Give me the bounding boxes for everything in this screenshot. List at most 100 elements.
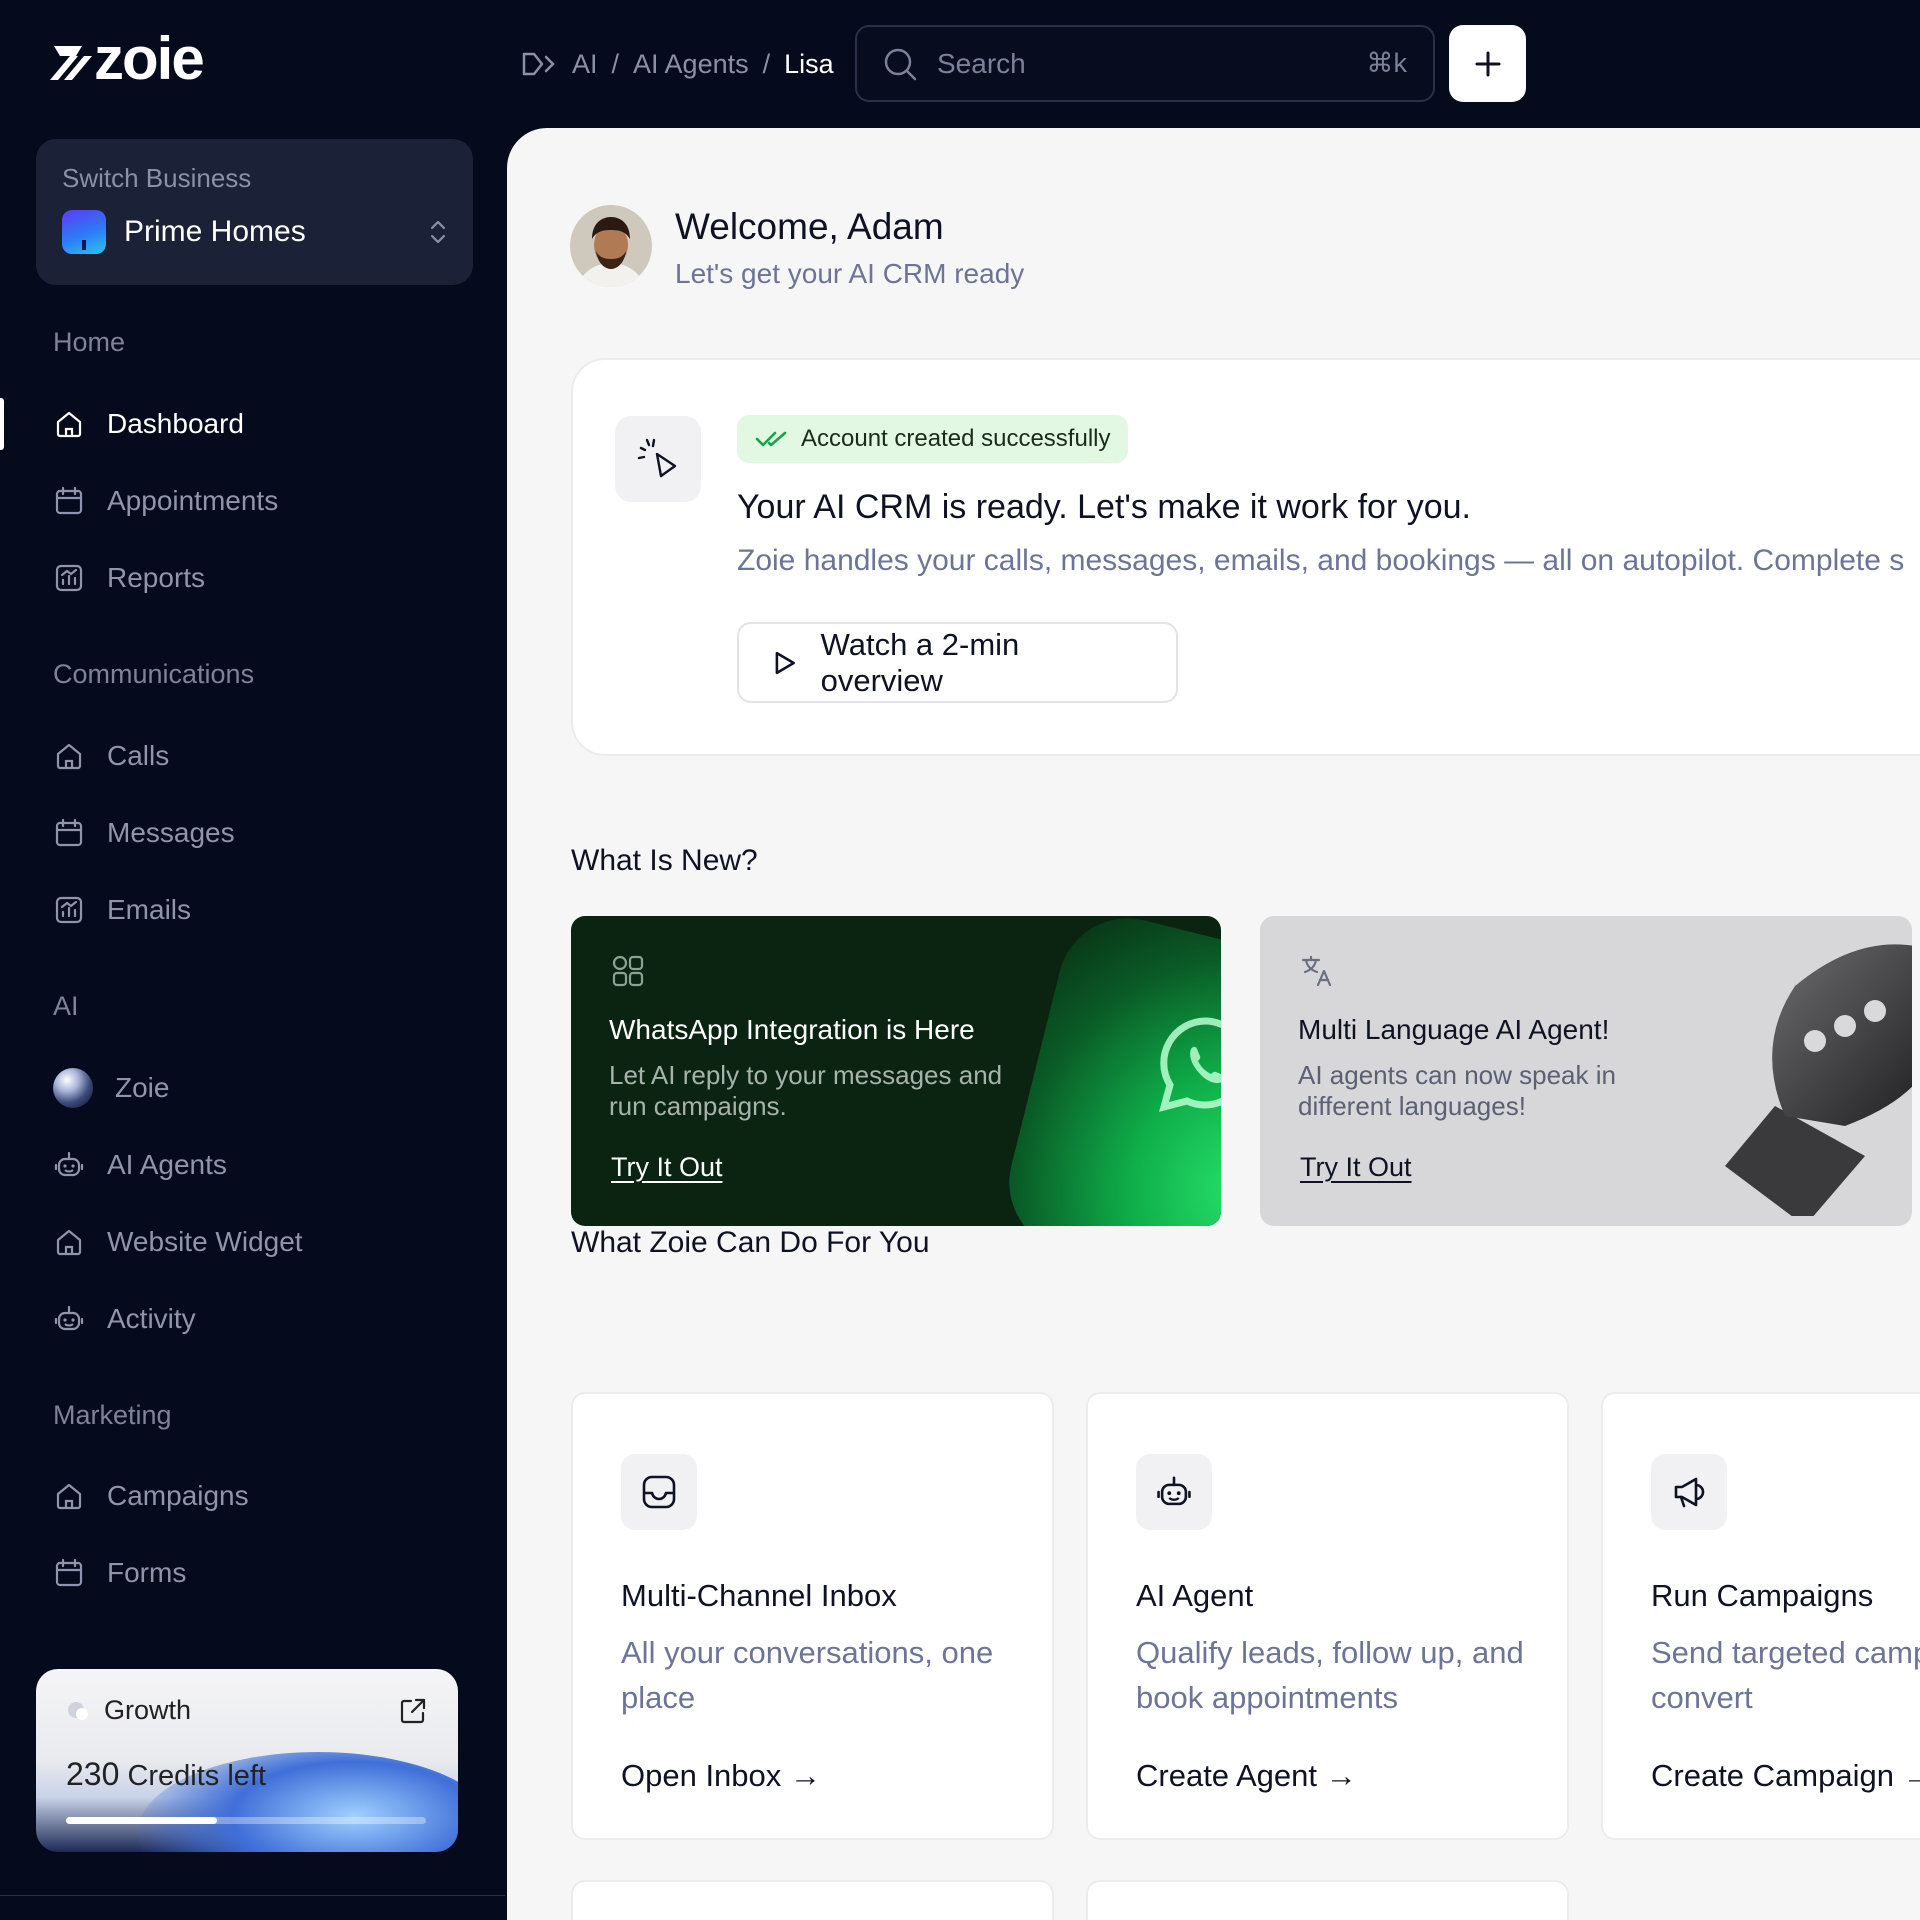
credits-label: Credits left (127, 1760, 267, 1792)
brand-logo[interactable]: zoie (50, 29, 205, 92)
breadcrumb-item[interactable]: AI Agents (633, 49, 749, 80)
try-it-out-link[interactable]: Try It Out (611, 1152, 723, 1183)
breadcrumb-separator: / (611, 48, 620, 79)
feature-title: Run Campaigns (1651, 1578, 1874, 1613)
add-button[interactable] (1449, 25, 1526, 102)
promo-title: WhatsApp Integration is Here (609, 1014, 975, 1045)
sidebar-item-campaigns[interactable]: Campaigns (53, 1474, 249, 1518)
sidebar-item-label: Website Widget (107, 1226, 303, 1257)
promo-card-whatsapp[interactable]: WhatsApp Integration is Here Let AI repl… (571, 916, 1221, 1226)
apps-grid-icon (612, 955, 644, 987)
nav-section-marketing: Marketing (53, 1400, 172, 1430)
double-check-icon (755, 431, 787, 447)
breadcrumb-separator: / (762, 48, 771, 79)
credits-progress (66, 1817, 426, 1824)
sidebar-toggle-icon[interactable] (522, 50, 558, 78)
chevron-up-down-icon (430, 220, 446, 244)
promo-description: Let AI reply to your messages and run ca… (609, 1060, 1003, 1121)
sidebar-item-label: AI Agents (107, 1149, 227, 1180)
business-name: Prime Homes (124, 215, 306, 248)
status-badge-text: Account created successfully (801, 425, 1111, 452)
external-link-icon[interactable] (398, 1696, 428, 1726)
sidebar-item-label: Zoie (115, 1072, 170, 1103)
nav-section-home: Home (53, 327, 126, 357)
sidebar-item-label: Activity (107, 1303, 196, 1334)
calendar-icon (55, 486, 83, 515)
play-icon (775, 651, 795, 674)
sidebar-item-forms[interactable]: Forms (53, 1551, 186, 1595)
sidebar-item-dashboard[interactable]: Dashboard (53, 402, 244, 446)
whats-new-title: What Is New? (571, 844, 758, 877)
home-icon (56, 743, 82, 770)
home-icon (56, 411, 82, 438)
sidebar-divider (0, 1895, 505, 1896)
avatar[interactable] (570, 205, 652, 287)
robot-icon (54, 1305, 84, 1331)
create-campaign-link[interactable]: Create Campaign → (1651, 1758, 1920, 1794)
megaphone-icon (1651, 1454, 1727, 1530)
onboarding-hero-card: Account created successfully Your AI CRM… (571, 358, 1920, 756)
watch-overview-label: Watch a 2-min overview (820, 626, 1020, 698)
calendar-icon (55, 1558, 83, 1587)
sidebar-item-appointments[interactable]: Appointments (53, 479, 278, 523)
switch-business-card[interactable]: Switch Business Prime Homes (36, 139, 473, 285)
search-icon (884, 48, 917, 80)
whatsapp-logo-icon (1159, 1017, 1221, 1112)
create-agent-link[interactable]: Create Agent → (1136, 1758, 1357, 1794)
status-badge: Account created successfully (737, 415, 1129, 463)
zoie-logo-icon (50, 46, 92, 80)
feature-description: Qualify leads, follow up, and book appoi… (1136, 1635, 1524, 1715)
sidebar-item-zoie[interactable]: Zoie (53, 1066, 169, 1110)
sidebar-item-website-widget[interactable]: Website Widget (53, 1220, 303, 1264)
user-avatar-icon (570, 205, 652, 287)
feature-description: Send targeted campaigns that convert (1651, 1635, 1920, 1715)
sidebar-item-label: Calls (107, 740, 170, 771)
welcome-subtitle: Let's get your AI CRM ready (675, 258, 1025, 289)
chat-bubble-decoration (1725, 944, 1912, 1216)
robot-icon (1136, 1454, 1212, 1530)
breadcrumb-item[interactable]: AI (572, 49, 598, 80)
watch-overview-button[interactable]: Watch a 2-min overview (737, 622, 1178, 703)
feature-title: Multi-Channel Inbox (621, 1578, 897, 1613)
nav-section-ai: AI (53, 991, 79, 1021)
feature-description: All your conversations, one place (621, 1635, 994, 1715)
zoie-orb-icon (53, 1068, 93, 1108)
sidebar-item-emails[interactable]: Emails (53, 888, 191, 932)
feature-card-campaigns[interactable]: Run Campaigns Send targeted campaigns th… (1601, 1392, 1920, 1840)
switch-business-label: Switch Business (62, 163, 252, 193)
robot-icon (54, 1151, 84, 1177)
feature-card-ai-agent[interactable]: AI Agent Qualify leads, follow up, and b… (1086, 1392, 1569, 1840)
sidebar-item-activity[interactable]: Activity (53, 1297, 196, 1341)
credits-plan-name: Growth (104, 1695, 192, 1725)
promo-card-multilanguage[interactable]: Multi Language AI Agent! AI agents can n… (1260, 916, 1912, 1226)
hero-title: Your AI CRM is ready. Let's make it work… (737, 488, 1471, 526)
sidebar-item-label: Forms (107, 1557, 187, 1588)
search-placeholder: Search (937, 47, 1026, 79)
nav-section-communications: Communications (53, 659, 255, 689)
breadcrumb: AI / AI Agents / Lisa (522, 44, 834, 84)
home-icon (56, 1483, 82, 1510)
credits-progress-fill (66, 1817, 218, 1824)
main-content: Welcome, Adam Let's get your AI CRM read… (507, 128, 1920, 1920)
calendar-icon (55, 818, 83, 847)
feature-card-inbox[interactable]: Multi-Channel Inbox All your conversatio… (571, 1392, 1054, 1840)
chart-icon (55, 896, 83, 924)
sidebar-item-label: Appointments (107, 485, 279, 516)
sidebar-item-label: Dashboard (107, 408, 244, 439)
sidebar-item-ai-agents[interactable]: AI Agents (53, 1143, 227, 1187)
sidebar-item-reports[interactable]: Reports (53, 556, 205, 600)
sidebar-item-messages[interactable]: Messages (53, 811, 235, 855)
sidebar-item-label: Messages (107, 817, 235, 848)
sidebar-item-calls[interactable]: Calls (53, 734, 169, 778)
breadcrumb-current: Lisa (784, 48, 834, 79)
search-input[interactable]: Search ⌘k (855, 25, 1435, 102)
credits-card[interactable]: Growth 230 Credits left (36, 1669, 458, 1852)
active-indicator (0, 398, 4, 450)
search-shortcut: ⌘k (1366, 48, 1408, 78)
features-title: What Zoie Can Do For You (571, 1226, 930, 1259)
feature-card-partial (571, 1880, 1054, 1920)
credits-remaining: 230 Credits left (66, 1756, 428, 1793)
try-it-out-link[interactable]: Try It Out (1300, 1152, 1412, 1183)
open-inbox-link[interactable]: Open Inbox → (621, 1758, 821, 1794)
promo-title: Multi Language AI Agent! (1298, 1014, 1610, 1045)
